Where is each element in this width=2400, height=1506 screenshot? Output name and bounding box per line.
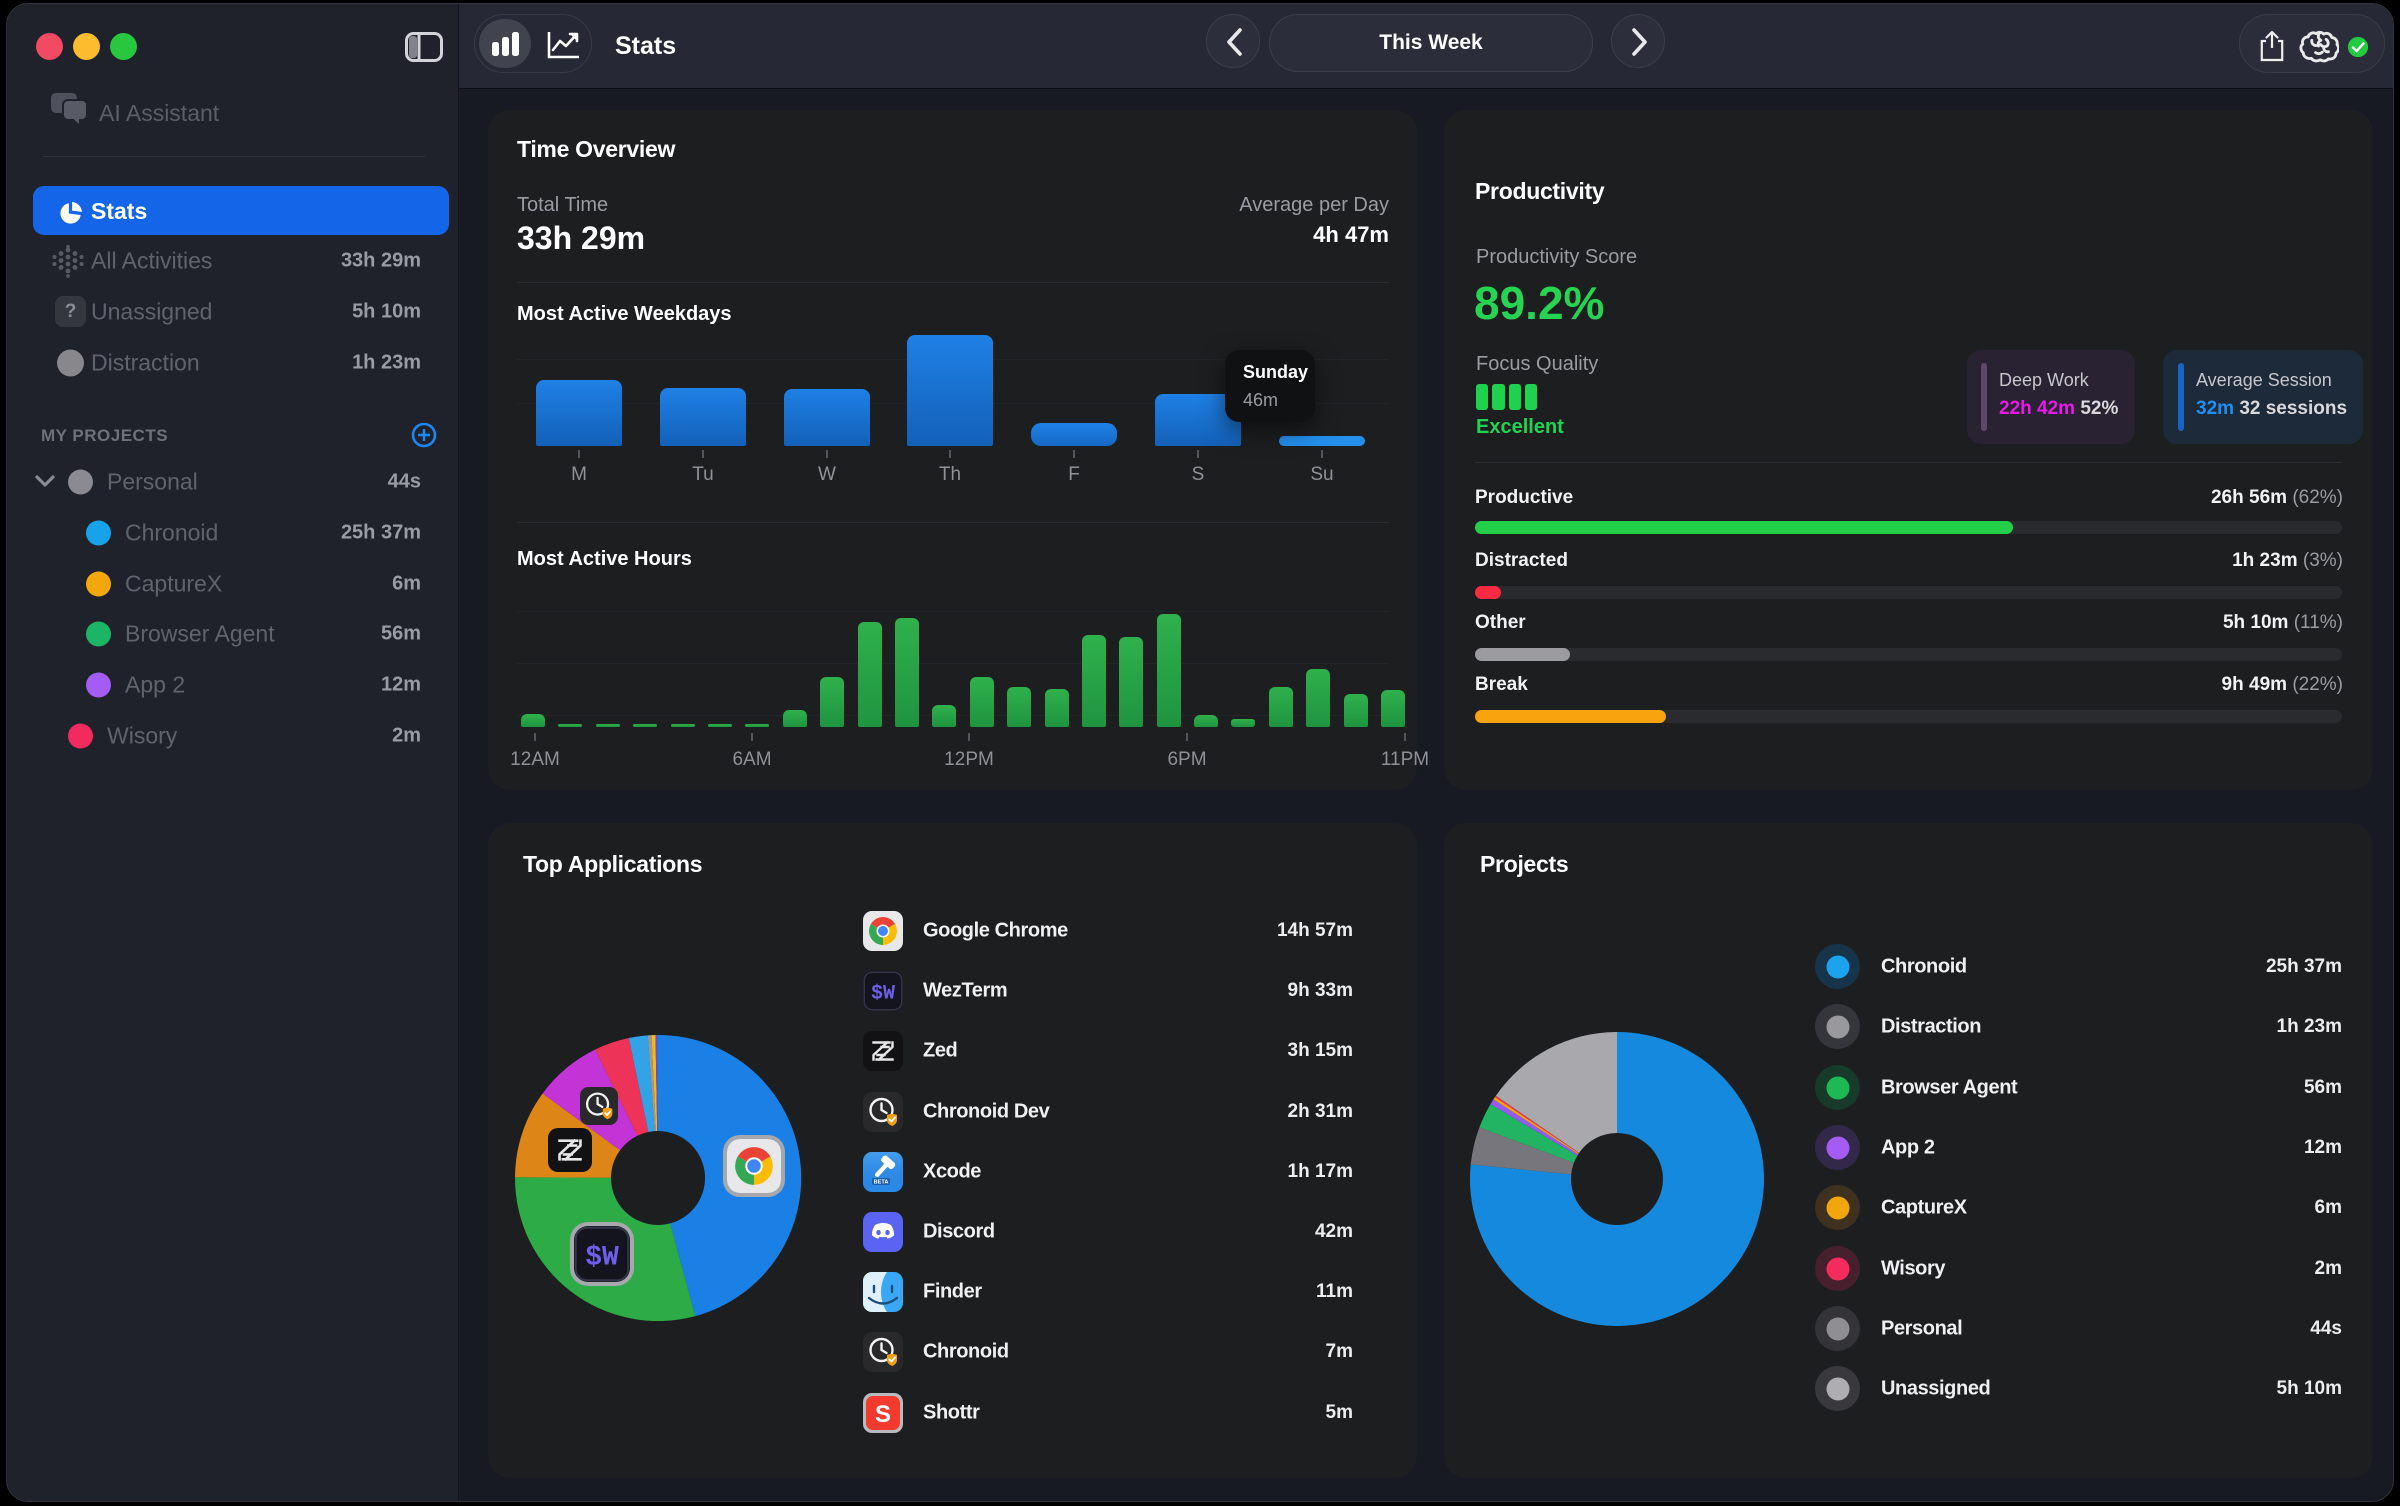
svg-text:BETA: BETA [874, 1180, 889, 1186]
svg-text:$W: $W [871, 983, 895, 1006]
svg-text:S: S [875, 1401, 891, 1428]
svg-text:$W: $W [585, 1243, 619, 1274]
